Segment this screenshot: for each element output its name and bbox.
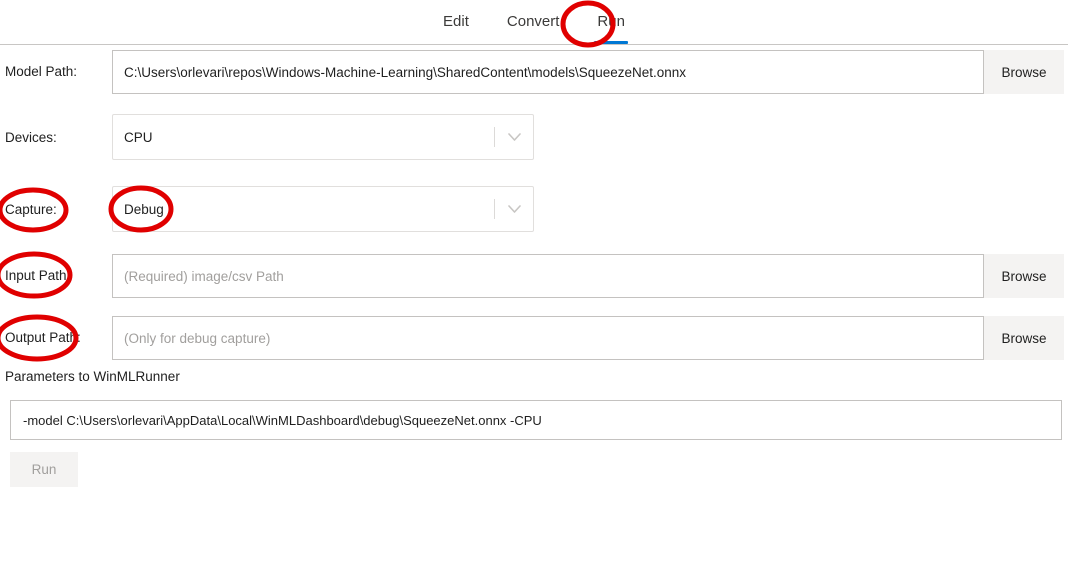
capture-dropdown[interactable]: Debug xyxy=(112,186,534,232)
parameters-input[interactable]: -model C:\Users\orlevari\AppData\Local\W… xyxy=(10,400,1062,440)
output-path-label: Output Path: xyxy=(5,330,81,345)
capture-label: Capture: xyxy=(5,202,57,217)
input-path-label: Input Path: xyxy=(5,268,71,283)
tab-edit-label: Edit xyxy=(443,13,469,30)
output-path-input[interactable]: (Only for debug capture) xyxy=(112,316,984,360)
tab-run-label: Run xyxy=(597,13,625,30)
devices-label: Devices: xyxy=(5,130,57,145)
tab-bar-divider xyxy=(0,44,1068,45)
parameters-label: Parameters to WinMLRunner xyxy=(5,369,180,384)
run-button[interactable]: Run xyxy=(10,452,78,487)
tab-edit[interactable]: Edit xyxy=(424,0,488,44)
input-path-input[interactable]: (Required) image/csv Path xyxy=(112,254,984,298)
model-path-label: Model Path: xyxy=(5,64,78,79)
tab-run[interactable]: Run xyxy=(578,0,644,44)
chevron-down-icon[interactable] xyxy=(495,115,533,159)
devices-dropdown-value: CPU xyxy=(124,129,153,145)
tab-convert-label: Convert xyxy=(506,13,560,30)
model-path-browse-button[interactable]: Browse xyxy=(984,50,1064,94)
devices-dropdown[interactable]: CPU xyxy=(112,114,534,160)
output-path-browse-button[interactable]: Browse xyxy=(984,316,1064,360)
tab-bar: Edit Convert Run xyxy=(0,0,1068,45)
input-path-browse-button[interactable]: Browse xyxy=(984,254,1064,298)
tab-convert[interactable]: Convert xyxy=(488,0,579,44)
chevron-down-icon[interactable] xyxy=(495,187,533,231)
model-path-input[interactable]: C:\Users\orlevari\repos\Windows-Machine-… xyxy=(112,50,984,94)
capture-dropdown-value: Debug xyxy=(124,201,164,217)
